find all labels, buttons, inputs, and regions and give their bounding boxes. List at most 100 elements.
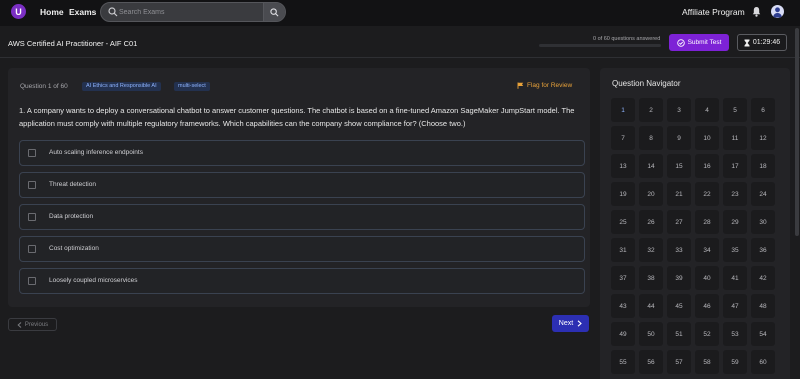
navigator-question-16[interactable]: 16 bbox=[695, 154, 719, 178]
option-checkbox[interactable] bbox=[28, 213, 36, 221]
navigator-question-59[interactable]: 59 bbox=[723, 350, 747, 374]
navigator-question-8[interactable]: 8 bbox=[639, 126, 663, 150]
topic-tag: AI Ethics and Responsible AI bbox=[82, 82, 161, 91]
option-checkbox[interactable] bbox=[28, 181, 36, 189]
question-card: Question 1 of 60 AI Ethics and Responsib… bbox=[8, 68, 590, 307]
option-label: Loosely coupled microservices bbox=[49, 277, 138, 284]
option-label: Data protection bbox=[49, 213, 94, 220]
question-number: Question 1 of 60 bbox=[20, 83, 68, 90]
navigator-question-12[interactable]: 12 bbox=[751, 126, 775, 150]
bell-icon[interactable] bbox=[752, 6, 761, 17]
navigator-question-21[interactable]: 21 bbox=[667, 182, 691, 206]
navigator-question-20[interactable]: 20 bbox=[639, 182, 663, 206]
navigator-question-41[interactable]: 41 bbox=[723, 266, 747, 290]
navigator-question-36[interactable]: 36 bbox=[751, 238, 775, 262]
navigator-question-58[interactable]: 58 bbox=[695, 350, 719, 374]
navigator-question-4[interactable]: 4 bbox=[695, 98, 719, 122]
affiliate-program-link[interactable]: Affiliate Program bbox=[682, 7, 745, 17]
submit-test-button[interactable]: Submit Test bbox=[669, 34, 729, 51]
answer-option-2[interactable]: Threat detection bbox=[19, 172, 585, 198]
previous-label: Previous bbox=[24, 321, 49, 328]
app-logo[interactable]: U bbox=[11, 4, 26, 19]
flag-for-review-button[interactable]: Flag for Review bbox=[517, 82, 572, 89]
navigator-question-47[interactable]: 47 bbox=[723, 294, 747, 318]
navigator-question-30[interactable]: 30 bbox=[751, 210, 775, 234]
navigator-question-48[interactable]: 48 bbox=[751, 294, 775, 318]
navigator-question-10[interactable]: 10 bbox=[695, 126, 719, 150]
navigator-question-51[interactable]: 51 bbox=[667, 322, 691, 346]
navigator-question-43[interactable]: 43 bbox=[611, 294, 635, 318]
navigator-question-17[interactable]: 17 bbox=[723, 154, 747, 178]
navigator-question-19[interactable]: 19 bbox=[611, 182, 635, 206]
page-scrollbar[interactable] bbox=[795, 28, 799, 236]
next-button[interactable]: Next bbox=[552, 315, 589, 332]
user-avatar-icon[interactable] bbox=[771, 5, 784, 18]
navigator-question-29[interactable]: 29 bbox=[723, 210, 747, 234]
navigator-question-52[interactable]: 52 bbox=[695, 322, 719, 346]
answer-option-1[interactable]: Auto scaling inference endpoints bbox=[19, 140, 585, 166]
navigator-question-2[interactable]: 2 bbox=[639, 98, 663, 122]
navigator-question-34[interactable]: 34 bbox=[695, 238, 719, 262]
navigator-question-14[interactable]: 14 bbox=[639, 154, 663, 178]
navigator-question-32[interactable]: 32 bbox=[639, 238, 663, 262]
nav-home-link[interactable]: Home bbox=[40, 7, 64, 17]
navigator-question-49[interactable]: 49 bbox=[611, 322, 635, 346]
search-button[interactable] bbox=[263, 3, 285, 21]
question-text: 1. A company wants to deploy a conversat… bbox=[19, 106, 575, 128]
navigator-question-26[interactable]: 26 bbox=[639, 210, 663, 234]
navigator-question-46[interactable]: 46 bbox=[695, 294, 719, 318]
navigator-question-31[interactable]: 31 bbox=[611, 238, 635, 262]
navigator-question-37[interactable]: 37 bbox=[611, 266, 635, 290]
navigator-question-13[interactable]: 13 bbox=[611, 154, 635, 178]
navigator-question-18[interactable]: 18 bbox=[751, 154, 775, 178]
navigator-question-9[interactable]: 9 bbox=[667, 126, 691, 150]
navigator-question-60[interactable]: 60 bbox=[751, 350, 775, 374]
answer-option-5[interactable]: Loosely coupled microservices bbox=[19, 268, 585, 294]
navigator-question-15[interactable]: 15 bbox=[667, 154, 691, 178]
answer-option-3[interactable]: Data protection bbox=[19, 204, 585, 230]
navigator-question-50[interactable]: 50 bbox=[639, 322, 663, 346]
navigator-question-55[interactable]: 55 bbox=[611, 350, 635, 374]
navigator-question-45[interactable]: 45 bbox=[667, 294, 691, 318]
navigator-grid: 1 2 3 4 5 6 7 8 9 10 11 12 13 14 15 16 17 18 19 20 21 22 23 24 2… bbox=[611, 98, 783, 374]
navigator-question-35[interactable]: 35 bbox=[723, 238, 747, 262]
navigator-question-57[interactable]: 57 bbox=[667, 350, 691, 374]
navigator-question-23[interactable]: 23 bbox=[723, 182, 747, 206]
search-input[interactable] bbox=[119, 5, 259, 19]
submit-test-label: Submit Test bbox=[687, 39, 722, 46]
exam-title: AWS Certified AI Practitioner - AIF C01 bbox=[8, 39, 138, 48]
navigator-question-40[interactable]: 40 bbox=[695, 266, 719, 290]
check-circle-icon bbox=[676, 38, 685, 47]
navigator-question-42[interactable]: 42 bbox=[751, 266, 775, 290]
previous-button[interactable]: Previous bbox=[8, 318, 57, 331]
navigator-question-27[interactable]: 27 bbox=[667, 210, 691, 234]
progress-bar bbox=[539, 44, 661, 47]
next-label: Next bbox=[558, 320, 574, 327]
nav-exams-link[interactable]: Exams bbox=[69, 7, 96, 17]
chevron-left-icon bbox=[17, 321, 22, 328]
navigator-question-25[interactable]: 25 bbox=[611, 210, 635, 234]
navigator-question-54[interactable]: 54 bbox=[751, 322, 775, 346]
navigator-question-28[interactable]: 28 bbox=[695, 210, 719, 234]
navigator-question-7[interactable]: 7 bbox=[611, 126, 635, 150]
navigator-question-6[interactable]: 6 bbox=[751, 98, 775, 122]
navigator-question-39[interactable]: 39 bbox=[667, 266, 691, 290]
navigator-question-33[interactable]: 33 bbox=[667, 238, 691, 262]
navigator-question-3[interactable]: 3 bbox=[667, 98, 691, 122]
option-checkbox[interactable] bbox=[28, 277, 36, 285]
option-checkbox[interactable] bbox=[28, 245, 36, 253]
navigator-question-38[interactable]: 38 bbox=[639, 266, 663, 290]
navigator-question-24[interactable]: 24 bbox=[751, 182, 775, 206]
navigator-question-44[interactable]: 44 bbox=[639, 294, 663, 318]
navigator-question-11[interactable]: 11 bbox=[723, 126, 747, 150]
search-bar bbox=[100, 2, 286, 22]
navigator-question-5[interactable]: 5 bbox=[723, 98, 747, 122]
option-checkbox[interactable] bbox=[28, 149, 36, 157]
search-button-icon bbox=[270, 7, 279, 16]
navigator-question-53[interactable]: 53 bbox=[723, 322, 747, 346]
navigator-question-22[interactable]: 22 bbox=[695, 182, 719, 206]
option-label: Cost optimization bbox=[49, 245, 99, 252]
navigator-question-56[interactable]: 56 bbox=[639, 350, 663, 374]
answer-option-4[interactable]: Cost optimization bbox=[19, 236, 585, 262]
navigator-question-1[interactable]: 1 bbox=[611, 98, 635, 122]
